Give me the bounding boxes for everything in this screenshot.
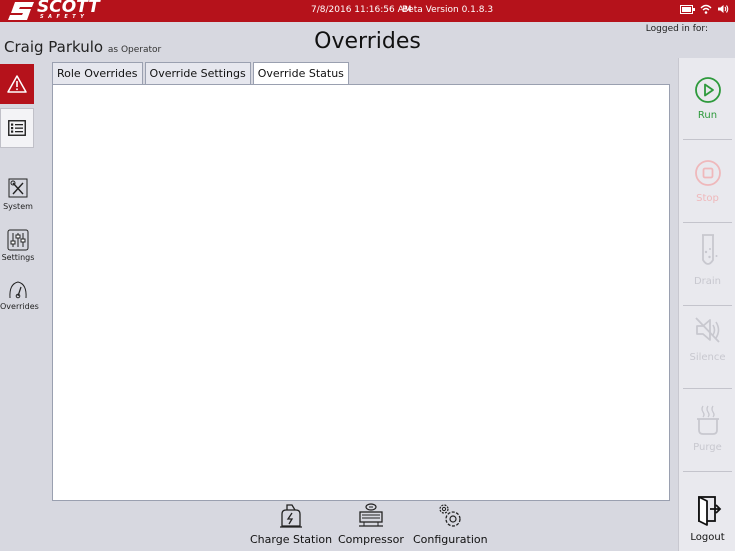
mute-speaker-icon [694, 317, 720, 343]
alerts-tab[interactable] [0, 64, 34, 104]
drain-label: Drain [693, 276, 722, 287]
compressor-label: Compressor [338, 533, 404, 546]
scott-logo: SCOTT SAFETY [7, 0, 100, 21]
sliders-icon [7, 229, 29, 251]
tab-bar: Role Overrides Override Settings Overrid… [52, 62, 351, 86]
logged-in-label: Logged in for: [645, 24, 708, 34]
nav-label-overrides: Overrides [0, 302, 39, 311]
run-label: Run [697, 110, 718, 121]
divider [683, 471, 732, 472]
charge-station-icon [280, 504, 303, 528]
action-rail: Run Stop Drain Silence Purge Logout [678, 58, 735, 551]
compressor-icon [358, 503, 383, 527]
logout-button[interactable]: Logout [679, 494, 735, 543]
nav-label-system: System [3, 202, 33, 211]
charge-station-label: Charge Station [250, 533, 333, 546]
test-tube-icon [701, 234, 717, 265]
brand-subtitle: SAFETY [40, 14, 89, 20]
compressor-button[interactable]: Compressor [338, 502, 404, 546]
nav-item-overrides[interactable]: Overrides [0, 280, 39, 311]
gears-icon [439, 504, 461, 527]
stop-circle-icon [694, 160, 721, 186]
override-status-panel [52, 84, 670, 501]
silence-button[interactable]: Silence [679, 314, 735, 363]
page-title: Overrides [314, 29, 421, 54]
warning-icon [7, 75, 27, 93]
overrides-gauge-icon [9, 281, 27, 299]
datetime: 7/8/2016 11:16:56 AM [311, 5, 412, 15]
list-icon [8, 120, 26, 136]
logout-label: Logout [690, 532, 725, 543]
divider [683, 222, 732, 223]
purge-button[interactable]: Purge [679, 404, 735, 453]
tab-override-status[interactable]: Override Status [252, 62, 349, 86]
wifi-icon[interactable] [700, 4, 712, 14]
drain-button[interactable]: Drain [679, 232, 735, 287]
divider [683, 388, 732, 389]
tab-role-overrides[interactable]: Role Overrides [52, 62, 143, 85]
silence-label: Silence [689, 352, 726, 363]
system-tray [680, 4, 729, 14]
page-header: Craig Parkulo as Operator Overrides Logg… [0, 22, 735, 58]
steaming-pot-icon [696, 405, 719, 435]
left-nav: System Settings Overrides [0, 62, 39, 551]
nav-item-settings[interactable]: Settings [0, 229, 36, 262]
purge-label: Purge [693, 442, 722, 453]
charge-station-button[interactable]: Charge Station [250, 502, 332, 546]
nav-item-system[interactable]: System [0, 178, 36, 211]
configuration-button[interactable]: Configuration [413, 502, 488, 546]
speaker-icon[interactable] [717, 4, 729, 14]
stop-label: Stop [696, 193, 719, 204]
scott-logo-mark-icon [8, 2, 34, 20]
divider [683, 305, 732, 306]
stop-button[interactable]: Stop [679, 159, 735, 204]
system-tools-icon [8, 178, 28, 198]
nav-label-settings: Settings [1, 253, 35, 262]
title-bar: SCOTT SAFETY 7/8/2016 11:16:56 AM Beta V… [0, 0, 735, 22]
divider [683, 139, 732, 140]
configuration-label: Configuration [413, 533, 488, 546]
list-tab[interactable] [0, 108, 34, 148]
logout-icon [697, 496, 721, 526]
version-label: Beta Version 0.1.8.3 [402, 5, 494, 15]
run-button[interactable]: Run [679, 76, 735, 121]
play-circle-icon [694, 77, 721, 103]
battery-icon[interactable] [680, 4, 695, 14]
tab-override-settings[interactable]: Override Settings [144, 62, 251, 85]
